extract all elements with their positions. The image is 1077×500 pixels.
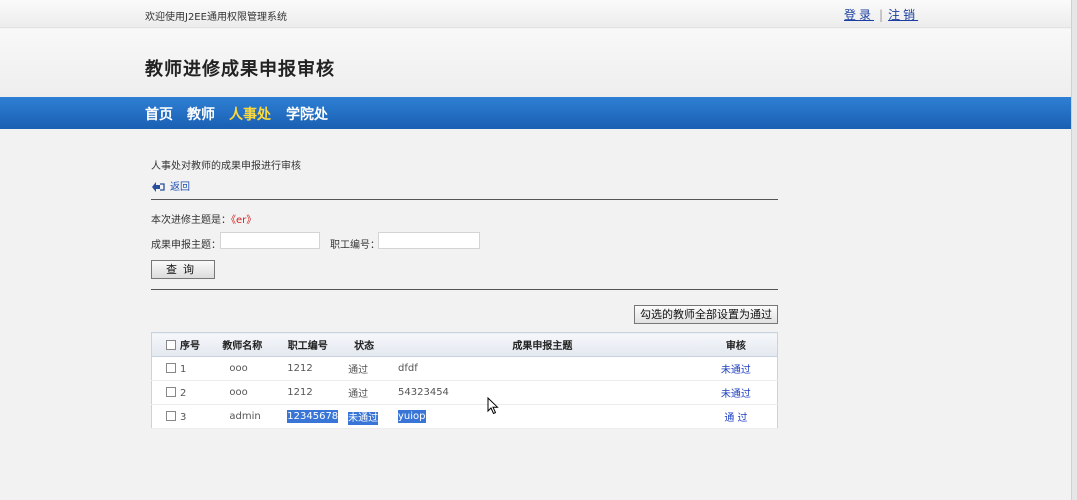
- nav-item-teacher[interactable]: 教师: [187, 104, 215, 124]
- auth-links: 登录 | 注销: [844, 6, 918, 23]
- table-header-row: 序号 教师名称 职工编号 状态 成果申报主题 审核: [151, 332, 778, 357]
- top-bar: 欢迎使用J2EE通用权限管理系统 登录 | 注销: [0, 0, 1077, 28]
- main-nav: 首页 教师 人事处 学院处: [0, 97, 1077, 129]
- topic-search-label: 成果申报主题：: [151, 240, 221, 251]
- header-seq-label: 序号: [180, 341, 200, 352]
- cell-name: ooo: [207, 356, 278, 381]
- cell-topic: dfdf: [390, 356, 695, 381]
- row-checkbox[interactable]: [166, 362, 176, 373]
- topic-prefix: 本次进修主题是：: [151, 215, 231, 226]
- divider: [151, 289, 778, 290]
- page-description: 人事处对教师的成果申报进行审核: [151, 161, 301, 172]
- cell-topic: yuiop: [390, 404, 695, 429]
- cell-status: 通过: [338, 380, 391, 405]
- cell-seq: 3: [151, 404, 208, 429]
- header-seq: 序号: [151, 332, 208, 357]
- cell-topic: 54323454: [390, 380, 695, 405]
- mouse-cursor-icon: [487, 397, 499, 415]
- back-icon: [152, 182, 165, 192]
- divider: [151, 199, 778, 200]
- header-topic: 成果申报主题: [390, 332, 695, 357]
- topic-value: 《er》: [231, 215, 257, 226]
- nav-item-college[interactable]: 学院处: [286, 104, 328, 124]
- cell-staff-no: 1212: [277, 356, 339, 381]
- review-action-link[interactable]: 通 过: [724, 413, 747, 424]
- review-action-link[interactable]: 未通过: [721, 365, 751, 376]
- row-seq: 1: [180, 363, 187, 375]
- cell-name: ooo: [207, 380, 278, 405]
- select-all-checkbox[interactable]: [166, 340, 176, 350]
- cell-review: 通 过: [694, 404, 778, 429]
- selected-text: yuiop: [398, 410, 426, 423]
- header-review: 审核: [694, 332, 778, 357]
- header-name: 教师名称: [207, 332, 278, 357]
- staff-no-input[interactable]: [378, 232, 480, 249]
- table-row: 3 admin 12345678 未通过 yuiop 通 过: [151, 404, 778, 429]
- row-checkbox[interactable]: [166, 386, 176, 397]
- cell-status: 未通过: [338, 404, 391, 429]
- table-row: 2 ooo 1212 通过 54323454 未通过: [151, 380, 778, 405]
- logout-link[interactable]: 注销: [888, 8, 918, 22]
- review-table: 序号 教师名称 职工编号 状态 成果申报主题 审核 1 ooo 1212 通过 …: [151, 332, 778, 429]
- row-seq: 2: [180, 387, 187, 399]
- back-label: 返回: [170, 182, 190, 193]
- header-status: 状态: [338, 332, 391, 357]
- row-seq: 3: [180, 411, 187, 423]
- nav-item-home[interactable]: 首页: [145, 104, 173, 124]
- selected-text: 12345678: [287, 410, 339, 423]
- session-topic: 本次进修主题是：《er》: [151, 211, 256, 226]
- scrollbar[interactable]: [1071, 0, 1077, 500]
- main-content: 人事处对教师的成果申报进行审核 返回 本次进修主题是：《er》 成果申报主题： …: [0, 129, 1077, 500]
- cell-seq: 1: [151, 356, 208, 381]
- cell-name: admin: [207, 404, 278, 429]
- topic-search-input[interactable]: [220, 232, 320, 249]
- cell-staff-no: 1212: [277, 380, 339, 405]
- cell-review: 未通过: [694, 356, 778, 381]
- nav-item-personnel[interactable]: 人事处: [229, 104, 271, 124]
- page-title: 教师进修成果申报审核: [145, 59, 335, 80]
- selected-text: 未通过: [348, 412, 379, 425]
- page-header: 教师进修成果申报审核: [0, 29, 1077, 97]
- auth-separator: |: [879, 8, 884, 22]
- staff-no-label: 职工编号：: [330, 240, 380, 251]
- welcome-text: 欢迎使用J2EE通用权限管理系统: [145, 12, 287, 23]
- cell-seq: 2: [151, 380, 208, 405]
- row-checkbox[interactable]: [166, 410, 176, 421]
- header-staff-no: 职工编号: [277, 332, 339, 357]
- table-row: 1 ooo 1212 通过 dfdf 未通过: [151, 356, 778, 381]
- approve-selected-button[interactable]: 勾选的教师全部设置为通过: [634, 305, 778, 324]
- cell-staff-no: 12345678: [277, 404, 339, 429]
- back-link[interactable]: 返回: [151, 178, 190, 193]
- cell-status: 通过: [338, 356, 391, 381]
- login-link[interactable]: 登录: [844, 8, 874, 22]
- review-action-link[interactable]: 未通过: [721, 389, 751, 400]
- query-button[interactable]: 查询: [151, 260, 215, 279]
- cell-review: 未通过: [694, 380, 778, 405]
